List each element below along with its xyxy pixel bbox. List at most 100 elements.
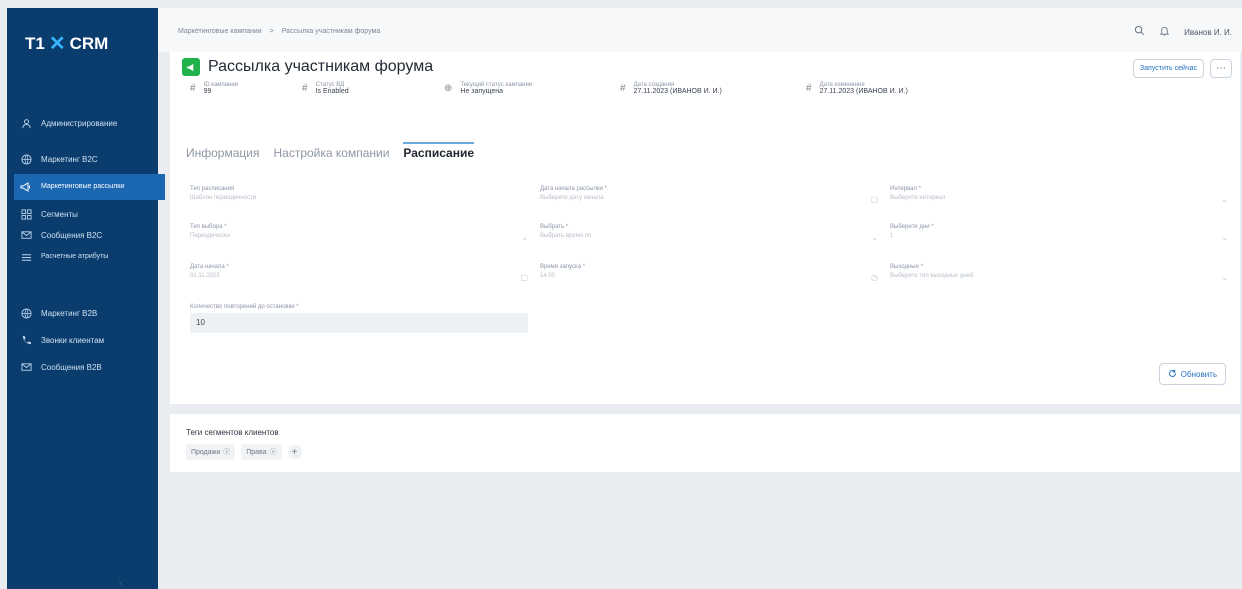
more-button[interactable]: ⋯	[1210, 59, 1232, 78]
field-value-text: 14:00	[540, 273, 556, 279]
tab-information[interactable]: Информация	[186, 146, 259, 166]
field-value[interactable]: Выберите интервал ⌄	[890, 195, 1228, 204]
search-icon[interactable]	[1134, 25, 1145, 39]
globe-icon	[19, 152, 33, 166]
sidebar-item-mailings[interactable]: Маркетинговые рассылки	[14, 174, 165, 200]
field-value-text: Выбрать время по	[540, 233, 592, 239]
field-select-type[interactable]: Тип выбора * Периодически ⌄	[190, 224, 528, 242]
field-repeat-count[interactable]: Количество повторений до остановки * 10	[190, 304, 528, 333]
meta-campaign-id: # ID кампании 99	[190, 82, 238, 95]
repeat-count-input[interactable]: 10	[190, 313, 528, 333]
hash-icon: #	[806, 83, 812, 94]
sidebar-item-b2c-messages[interactable]: Сообщения B2C	[19, 228, 154, 242]
logo-suffix: CRM	[69, 34, 109, 53]
meta-value: Is Enabled	[315, 88, 349, 95]
field-value[interactable]: Выберите дату начала ▢	[540, 195, 878, 204]
field-select-days[interactable]: Выберите дни * 1 ⌄	[890, 224, 1228, 242]
tag-label: Права	[246, 448, 267, 456]
field-label: Выбрать *	[540, 224, 569, 230]
field-label: Выберите дни *	[890, 224, 934, 230]
sidebar-item-label: Расчетные атрибуты	[41, 253, 109, 261]
meta-value: Не запущена	[460, 88, 504, 95]
field-label: Тип выбора *	[190, 224, 227, 230]
sidebar-item-label: Сообщения B2B	[41, 362, 102, 372]
field-mailing-start[interactable]: Дата начала рассылки * Выберите дату нач…	[540, 186, 878, 204]
meta-modified: # Дата изменения 27.11.2023 (ИВАНОВ И. И.…	[806, 82, 908, 95]
field-launch-time[interactable]: Время запуска * 14:00 ◷	[540, 264, 878, 282]
logo-prefix: T1	[25, 34, 45, 53]
field-value[interactable]: Периодически ⌄	[190, 233, 528, 242]
users-icon	[19, 116, 33, 130]
tab-schedule[interactable]: Расписание	[403, 142, 475, 166]
phone-icon	[19, 333, 33, 347]
run-now-button[interactable]: Запустить сейчас	[1132, 59, 1204, 78]
calendar-icon: ▢	[870, 195, 878, 204]
field-select-by[interactable]: Выбрать * Выбрать время по ⌄	[540, 224, 878, 242]
field-value-text: 01.11.2023	[190, 273, 220, 279]
tab-bar: Информация Настройка компании Расписание	[186, 142, 475, 166]
bell-icon[interactable]	[1159, 25, 1170, 39]
field-value[interactable]: 14:00 ◷	[540, 273, 878, 282]
grid-icon	[19, 207, 33, 221]
tab-campaign-settings[interactable]: Настройка компании	[273, 146, 389, 166]
megaphone-icon	[19, 180, 33, 194]
meta-value: 99	[203, 88, 212, 95]
message-icon	[19, 228, 33, 242]
field-value[interactable]: Выберите тип выходных дней ⌄	[890, 273, 1228, 282]
chevron-down-icon: ⌄	[1221, 233, 1228, 242]
field-start-date[interactable]: Дата начала * 01.11.2023 ▢	[190, 264, 528, 282]
breadcrumb-campaigns[interactable]: Маркетинговые кампании	[178, 28, 262, 35]
list-icon	[19, 250, 33, 264]
remove-tag-icon[interactable]: ⓧ	[270, 447, 277, 457]
field-value-text: 10	[196, 318, 205, 327]
page-title-text: Рассылка участникам форума	[208, 58, 434, 75]
logo[interactable]: T1 ✕ CRM	[25, 34, 108, 54]
sidebar: T1 ✕ CRM Администрирование Маркетинг B2C…	[7, 8, 165, 589]
hash-icon: #	[620, 83, 626, 94]
tag-label: Продажи	[191, 448, 221, 456]
sidebar-item-b2c[interactable]: Маркетинг B2C	[19, 152, 154, 166]
refresh-button[interactable]: Обновить	[1158, 363, 1226, 385]
sidebar-item-attributes[interactable]: Расчетные атрибуты	[19, 250, 154, 264]
sidebar-item-segments[interactable]: Сегменты	[19, 207, 154, 221]
topbar: Маркетинговые кампании > Рассылка участн…	[158, 8, 1242, 52]
add-tag-button[interactable]: +	[287, 445, 302, 459]
sidebar-item-calls[interactable]: Звонки клиентам	[19, 333, 154, 347]
sidebar-item-b2b[interactable]: Маркетинг B2B	[19, 306, 154, 320]
schedule-panel: Информация Настройка компании Расписание…	[170, 132, 1240, 404]
field-value-text: Выберите интервал	[890, 195, 946, 201]
version-label: v	[119, 578, 123, 587]
meta-current-status: ⊕ Текущий статус кампании Не запущена	[444, 82, 532, 95]
field-value-text: 1	[890, 233, 894, 239]
header-actions: Запустить сейчас ⋯	[1132, 59, 1232, 78]
hash-icon: #	[302, 83, 308, 94]
field-value[interactable]: Шаблон периодичности	[190, 195, 528, 201]
field-weekends[interactable]: Выходные * Выберите тип выходных дней ⌄	[890, 264, 1228, 282]
chevron-down-icon: ⌄	[1221, 273, 1228, 282]
meta-value: 27.11.2023 (ИВАНОВ И. И.)	[819, 88, 908, 95]
field-value-text: Периодически	[190, 233, 230, 239]
sidebar-item-label: Администрирование	[41, 118, 118, 128]
field-value[interactable]: 1 ⌄	[890, 233, 1228, 242]
sidebar-item-b2b-messages[interactable]: Сообщения B2B	[19, 360, 154, 374]
user-name[interactable]: Иванов И. И.	[1184, 28, 1232, 37]
sidebar-item-label: Маркетинг B2C	[41, 154, 98, 164]
sidebar-item-admin[interactable]: Администрирование	[19, 116, 154, 130]
chevron-down-icon: ⌄	[871, 233, 878, 242]
tag-chip[interactable]: Продажи ⓧ	[186, 444, 236, 460]
sidebar-item-label: Маркетинговые рассылки	[41, 183, 125, 191]
field-value[interactable]: Выбрать время по ⌄	[540, 233, 878, 242]
field-value[interactable]: 01.11.2023 ▢	[190, 273, 528, 282]
meta-status-vd: # Статус ВД Is Enabled	[302, 82, 349, 95]
meta-created: # Дата создания 27.11.2023 (ИВАНОВ И. И.)	[620, 82, 722, 95]
tag-chip[interactable]: Права ⓧ	[241, 444, 282, 460]
field-value-text: Шаблон периодичности	[190, 195, 257, 201]
breadcrumb-current: Рассылка участникам форума	[281, 28, 381, 35]
field-value-text: Выберите дату начала	[540, 195, 604, 201]
field-schedule-type[interactable]: Тип расписания Шаблон периодичности	[190, 186, 528, 201]
remove-tag-icon[interactable]: ⓧ	[223, 447, 230, 457]
sidebar-item-label: Сообщения B2C	[41, 230, 103, 240]
topbar-actions: Иванов И. И.	[1134, 25, 1232, 39]
status-icon: ⊕	[444, 83, 453, 94]
field-interval[interactable]: Интервал * Выберите интервал ⌄	[890, 186, 1228, 204]
